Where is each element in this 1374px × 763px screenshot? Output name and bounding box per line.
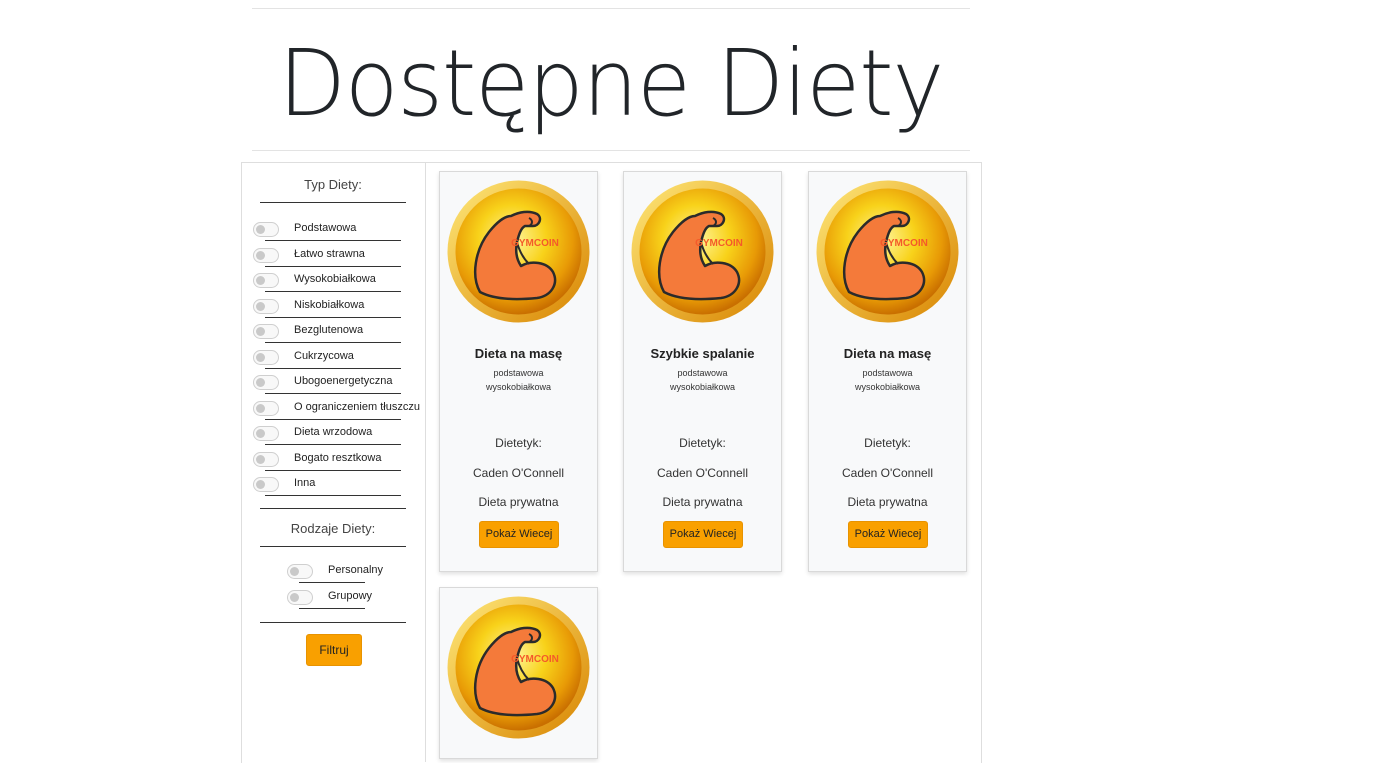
page-title: Dostępne Diety [278,30,945,137]
underline [265,469,401,471]
diet-kind-filter[interactable]: Grupowy [287,590,397,609]
diet-card: GYMCOIN Szybkie spalanie podstawowa wysokob… [623,171,782,572]
toggle-switch[interactable] [287,564,313,579]
diet-privacy: Dieta prywatna [662,495,743,509]
gymcoin-logo: GYMCOIN [447,596,590,739]
diet-type-tag: wysokobiałkowa [485,382,552,392]
toggle-switch[interactable] [253,451,279,467]
diet-type-label: Dieta wrzodowa [294,426,373,438]
diet-type-label: Podstawowa [294,222,357,234]
title-divider [252,150,970,151]
underline [265,240,401,241]
toggle-switch[interactable] [253,375,279,390]
filter-button[interactable]: Filtruj [306,634,362,666]
underline [265,393,401,394]
diet-type-label: Cukrzycowa [294,349,354,362]
dietitian-name: Caden O'Connell [472,466,564,480]
diet-type-filter[interactable]: O ograniczeniem tłuszczu [253,400,423,420]
diet-card: GYMCOIN Dieta na masę podstawowa wysokobiał… [439,171,598,572]
diet-type-filter[interactable]: Bezglutenowa [253,324,423,343]
diet-type-label: Łatwo strawna [294,247,365,260]
underline [265,495,401,496]
diet-privacy: Dieta prywatna [847,495,928,509]
show-more-button[interactable]: Pokaż Wiecej [848,521,928,548]
diet-card: GYMCOIN Dieta na masę podstawowa wysokobiał… [808,171,967,572]
diet-type-label: Niskobiałkowa [294,298,365,311]
diet-type-filter[interactable]: Ubogoenergetyczna [253,375,423,394]
logo-text: GYMCOIN [880,238,928,249]
dietitian-name: Caden O'Connell [656,466,748,480]
diet-type-label: Ubogoenergetyczna [294,375,393,387]
diet-name: Szybkie spalanie [650,346,755,361]
underline [265,444,401,445]
underline [265,418,401,420]
dietitian-label: Dietetyk: [679,436,726,450]
diet-kind-label: Grupowy [328,590,373,602]
underline [299,582,365,583]
gymcoin-logo: GYMCOIN [447,180,590,323]
diet-privacy: Dieta prywatna [478,495,559,509]
toggle-switch[interactable] [253,477,279,492]
diet-name: Dieta na masę [474,346,563,361]
diet-type-heading: Typ Diety: [304,177,362,192]
toggle-switch[interactable] [253,222,279,237]
toggle-switch[interactable] [253,426,279,441]
diet-type-filter[interactable]: Niskobiałkowa [253,298,423,318]
underline [265,265,401,267]
toggle-switch[interactable] [253,324,279,339]
filter-sidebar: Typ Diety: Podstawowa Łatwo strawna Wysoko… [241,162,426,762]
diet-type-label: Inna [294,477,316,489]
show-more-button[interactable]: Pokaż Wiecej [663,521,743,548]
logo-text: GYMCOIN [511,654,559,665]
divider [260,508,406,509]
underline [299,608,365,609]
underline [265,316,401,318]
diet-type-filter[interactable]: Inna [253,477,423,496]
divider [260,622,406,623]
diet-type-label: O ograniczeniem tłuszczu [294,400,420,413]
logo-text: GYMCOIN [695,238,743,249]
diet-type-tag: wysokobiałkowa [854,382,921,392]
diet-card: GYMCOIN [439,587,598,759]
diet-kind-label: Personalny [328,564,384,576]
underline [265,291,401,292]
diet-type-filter[interactable]: Cukrzycowa [253,349,423,369]
divider [260,546,406,547]
diet-type-filter[interactable]: Bogato resztkowa [253,451,423,471]
show-more-button[interactable]: Pokaż Wiecej [479,521,559,548]
diet-type-filter[interactable]: Dieta wrzodowa [253,426,423,445]
diet-type-label: Wysokobiałkowa [294,273,376,285]
dietitian-label: Dietetyk: [864,436,911,450]
toggle-switch[interactable] [253,349,279,365]
diet-type-tag: podstawowa [677,368,728,378]
top-divider [252,8,970,9]
diet-type-tag: wysokobiałkowa [669,382,736,392]
divider [260,202,406,203]
toggle-switch[interactable] [287,590,313,605]
diet-kind-filter[interactable]: Personalny [287,564,397,583]
underline [265,342,401,343]
diet-type-tag: podstawowa [493,368,544,378]
logo-text: GYMCOIN [511,238,559,249]
diet-type-label: Bogato resztkowa [294,451,382,464]
toggle-switch[interactable] [253,298,279,314]
diet-name: Dieta na masę [843,346,932,361]
dietitian-name: Caden O'Connell [841,466,933,480]
diet-type-filter[interactable]: Łatwo strawna [253,247,423,267]
diet-type-filter[interactable]: Wysokobiałkowa [253,273,423,292]
diet-type-tag: podstawowa [862,368,913,378]
toggle-switch[interactable] [253,273,279,288]
toggle-switch[interactable] [253,400,279,416]
diet-type-filter[interactable]: Podstawowa [253,222,423,241]
toggle-switch[interactable] [253,247,279,263]
gymcoin-logo: GYMCOIN [631,180,774,323]
diet-kind-heading: Rodzaje Diety: [290,521,376,536]
diet-type-label: Bezglutenowa [294,324,364,336]
dietitian-label: Dietetyk: [495,436,542,450]
gymcoin-logo: GYMCOIN [816,180,959,323]
underline [265,367,401,369]
